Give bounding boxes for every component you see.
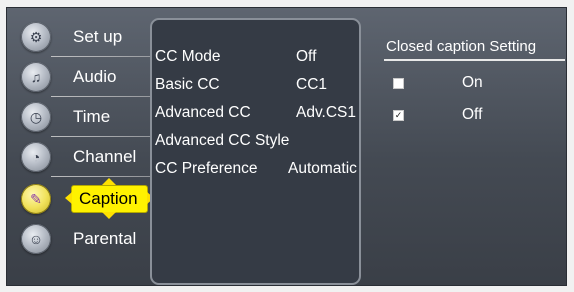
setting-value: Off: [296, 48, 317, 65]
setting-row-cc-mode[interactable]: CC Mode Off: [155, 48, 361, 70]
setting-name: CC Preference: [155, 160, 258, 177]
caption-icon: ✎: [21, 184, 51, 214]
menu-item-parental[interactable]: ☺ Parental: [13, 219, 151, 259]
setting-row-advanced-cc-style[interactable]: Advanced CC Style: [155, 132, 361, 154]
speaker-icon: ♫: [21, 62, 51, 92]
checkbox-unchecked-icon[interactable]: [393, 78, 404, 89]
menu-item-label: Audio: [73, 67, 117, 86]
setting-name: Advanced CC: [155, 104, 251, 121]
setting-name: CC Mode: [155, 48, 221, 65]
setting-name: Advanced CC Style: [155, 132, 290, 149]
menu-item-channel[interactable]: ◔ Channel: [13, 137, 151, 177]
main-menu: ⚙ Set up ♫ Audio ◷ Time ◔ Channel ✎ Capt…: [7, 8, 154, 285]
setting-value: Adv.CS1: [296, 104, 357, 121]
arrow-up-icon: [102, 178, 116, 185]
option-label: Off: [462, 106, 483, 123]
setting-row-basic-cc[interactable]: Basic CC CC1: [155, 76, 361, 98]
option-label: On: [462, 74, 483, 91]
arrow-down-icon: [102, 212, 116, 219]
checkbox-checked-icon[interactable]: ✓: [393, 110, 404, 121]
menu-item-caption[interactable]: ✎ Caption: [13, 178, 154, 219]
setting-name: Basic CC: [155, 76, 220, 93]
title-underline: [384, 59, 565, 61]
parental-lock-icon: ☺: [21, 224, 51, 254]
arrow-left-icon: [65, 192, 72, 204]
menu-item-label: Time: [73, 107, 111, 126]
caption-settings-panel: CC Mode Off Basic CC CC1 Advanced CC Adv…: [150, 18, 361, 285]
tv-menu-screen: ⚙ Set up ♫ Audio ◷ Time ◔ Channel ✎ Capt…: [6, 7, 567, 286]
clock-icon: ◷: [21, 102, 51, 132]
setting-row-cc-preference[interactable]: CC Preference Automatic: [155, 160, 361, 182]
setting-value: CC1: [296, 76, 328, 93]
closed-caption-setting-title: Closed caption Setting: [386, 38, 537, 55]
menu-divider: [51, 176, 151, 177]
menu-item-audio[interactable]: ♫ Audio: [13, 57, 151, 97]
menu-item-label: Parental: [73, 229, 137, 248]
menu-item-time[interactable]: ◷ Time: [13, 97, 151, 137]
menu-item-label: Set up: [73, 27, 123, 46]
setting-row-advanced-cc[interactable]: Advanced CC Adv.CS1: [155, 104, 361, 126]
option-off[interactable]: ✓ Off: [393, 106, 543, 128]
menu-item-label: Caption: [79, 189, 138, 208]
option-on[interactable]: On: [393, 74, 543, 96]
setting-value: Automatic: [288, 160, 357, 177]
menu-item-setup[interactable]: ⚙ Set up: [13, 17, 151, 57]
satellite-dish-icon: ◔: [21, 142, 51, 172]
gear-icon: ⚙: [21, 22, 51, 52]
menu-item-label: Channel: [73, 147, 137, 166]
